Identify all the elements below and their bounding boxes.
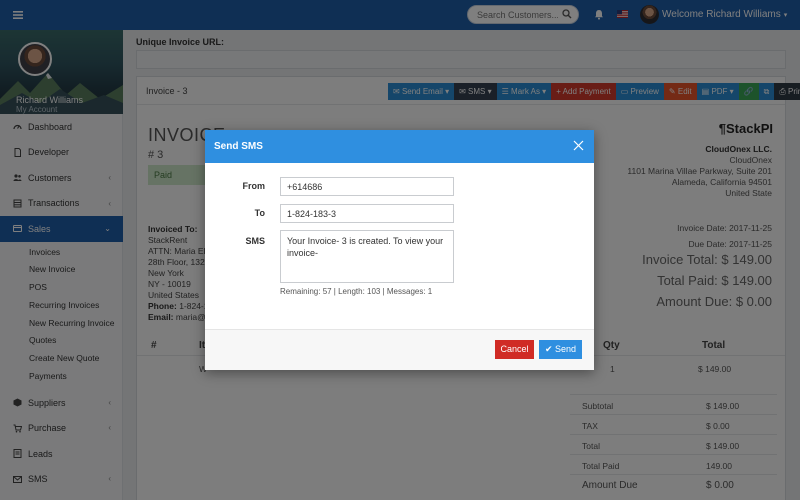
modal-footer: Cancel ✔ Send	[205, 329, 594, 370]
modal-title: Send SMS	[214, 141, 263, 152]
to-label: To	[254, 208, 265, 218]
close-icon[interactable]	[573, 140, 584, 151]
send-label: Send	[555, 344, 577, 354]
to-field[interactable]	[280, 204, 454, 223]
send-button[interactable]: ✔ Send	[539, 340, 582, 359]
from-field[interactable]	[280, 177, 454, 196]
cancel-button[interactable]: Cancel	[495, 340, 534, 359]
from-label: From	[242, 181, 266, 191]
sms-character-counts: Remaining: 57 | Length: 103 | Messages: …	[280, 287, 433, 296]
sms-message-field[interactable]: Your Invoice- 3 is created. To view your…	[280, 230, 454, 283]
modal-header: Send SMS	[205, 130, 594, 163]
send-sms-modal: Send SMS From To SMS Your Invoice- 3 is …	[205, 130, 594, 370]
sms-label: SMS	[245, 236, 265, 246]
check-icon: ✔	[544, 344, 553, 354]
